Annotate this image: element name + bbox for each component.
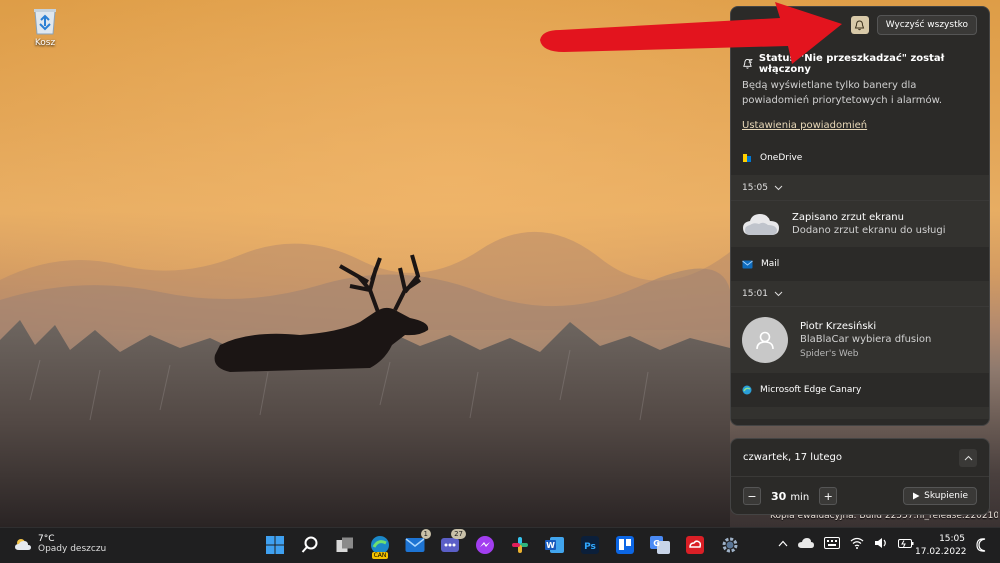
translator-taskbar-button[interactable]: G [647, 532, 673, 558]
notification-time: 15:01 [742, 288, 768, 299]
person-icon [756, 331, 774, 350]
calendar-focus-panel: czwartek, 17 lutego − 30 min + Skupienie [730, 438, 990, 515]
messenger-taskbar-button[interactable] [472, 532, 498, 558]
mail-app-icon [742, 260, 753, 268]
svg-text:G: G [653, 539, 660, 548]
app-header-onedrive[interactable]: OneDrive [731, 141, 989, 175]
battery-charging-icon[interactable] [898, 537, 914, 549]
focus-duration: 30 min [771, 490, 809, 503]
notification-card-onedrive[interactable]: 15:05 Zapisano zrzut ekranu Dodano zrzut… [731, 175, 989, 247]
trello-taskbar-button[interactable] [612, 532, 638, 558]
calendar-date: czwartek, 17 lutego [743, 452, 842, 463]
clear-all-button[interactable]: Wyczyść wszystko [876, 15, 977, 35]
app-name: Mail [761, 259, 780, 269]
search-icon [301, 536, 318, 553]
focus-minutes-value: 30 [771, 489, 787, 503]
recycle-bin-label: Kosz [34, 38, 56, 48]
creative-cloud-icon [686, 536, 704, 554]
edge-canary-app-icon [742, 385, 752, 395]
chevron-down-icon[interactable] [774, 185, 783, 191]
recycle-bin-icon [31, 6, 59, 36]
notification-subtitle: Dodano zrzut ekranu do usługi [792, 225, 946, 236]
settings-taskbar-button[interactable] [717, 532, 743, 558]
weather-temperature: 7°C [38, 534, 55, 544]
app-name: OneDrive [760, 153, 803, 163]
start-focus-button[interactable]: Skupienie [903, 487, 977, 505]
windows-logo-icon [266, 536, 284, 554]
svg-text:W: W [546, 541, 555, 550]
notification-title: Piotr Krzesiński [800, 321, 877, 332]
notification-card-mail[interactable]: 15:01 Piotr Krzesiński BlaBlaCar wybiera… [731, 281, 989, 373]
system-tray [778, 537, 914, 549]
focus-minutes-unit: min [790, 491, 810, 503]
avatar [742, 317, 788, 363]
photoshop-taskbar-button[interactable]: Ps [577, 532, 603, 558]
edge-canary-tag: CAN [371, 552, 389, 559]
increase-minutes-button[interactable]: + [819, 487, 838, 505]
slack-taskbar-button[interactable] [507, 532, 533, 558]
weather-cloud-sun-icon [15, 539, 31, 550]
notification-time: 15:05 [742, 182, 768, 193]
start-button[interactable] [262, 532, 288, 558]
wifi-icon[interactable] [850, 537, 864, 549]
focus-button-label: Skupienie [924, 491, 968, 501]
onedrive-app-icon [743, 154, 751, 162]
task-view-icon [336, 537, 353, 552]
mail-badge: 1 [420, 529, 431, 539]
notification-subtitle: BlaBlaCar wybiera dfusion [800, 334, 932, 345]
app-header-mail[interactable]: Mail [731, 247, 989, 281]
notification-title: Zapisano zrzut ekranu [792, 212, 904, 223]
focus-moon-icon[interactable] [976, 538, 988, 552]
taskbar-pinned-apps: CAN 1 27 W Ps G [262, 529, 743, 559]
play-icon [913, 492, 920, 500]
teams-badge: 27 [451, 529, 466, 539]
slack-icon [512, 537, 528, 553]
creative-cloud-taskbar-button[interactable] [682, 532, 708, 558]
red-arrow-annotation [540, 2, 842, 64]
clock-time: 15:05 [939, 534, 965, 544]
teams-taskbar-button[interactable]: 27 [437, 529, 466, 558]
calendar-expand-button[interactable] [959, 448, 977, 467]
recycle-bin[interactable]: Kosz [22, 6, 68, 48]
taskbar-clock[interactable]: 15:05 17.02.2022 [915, 533, 967, 559]
app-header-edge-canary[interactable]: Microsoft Edge Canary [731, 373, 989, 407]
trello-icon [616, 536, 634, 554]
photoshop-icon: Ps [581, 536, 599, 554]
dnd-description: Będą wyświetlane tylko banery dla powiad… [742, 80, 943, 106]
onedrive-cloud-icon[interactable] [798, 537, 814, 549]
decrease-minutes-button[interactable]: − [743, 487, 761, 505]
mail-taskbar-button[interactable]: 1 [402, 529, 431, 558]
cloud-icon [743, 214, 779, 235]
weather-condition: Opady deszczu [38, 544, 107, 554]
speaker-icon[interactable] [874, 537, 888, 549]
task-view-button[interactable] [332, 532, 358, 558]
chevron-up-icon [964, 455, 972, 460]
translate-icon: G [650, 536, 670, 554]
chevron-up-icon[interactable] [778, 540, 788, 547]
word-taskbar-button[interactable]: W [542, 532, 568, 558]
search-button[interactable] [297, 532, 323, 558]
taskbar: 7°C Opady deszczu CAN 1 27 W Ps G 15:05 … [0, 527, 1000, 563]
notification-card-edge-canary[interactable] [731, 407, 989, 419]
gear-icon [722, 537, 738, 553]
messenger-icon [476, 536, 494, 554]
keyboard-icon[interactable] [824, 537, 840, 549]
edge-canary-taskbar-button[interactable]: CAN [367, 532, 393, 559]
chevron-down-icon[interactable] [774, 291, 783, 297]
mail-icon [405, 538, 425, 552]
notification-source: Spider's Web [800, 349, 859, 359]
clock-date: 17.02.2022 [915, 547, 967, 557]
word-icon: W [545, 537, 564, 553]
svg-text:Ps: Ps [584, 542, 596, 552]
app-name: Microsoft Edge Canary [760, 385, 862, 395]
notification-settings-link[interactable]: Ustawienia powiadomień [742, 120, 978, 131]
weather-widget[interactable]: 7°C Opady deszczu [14, 534, 106, 554]
